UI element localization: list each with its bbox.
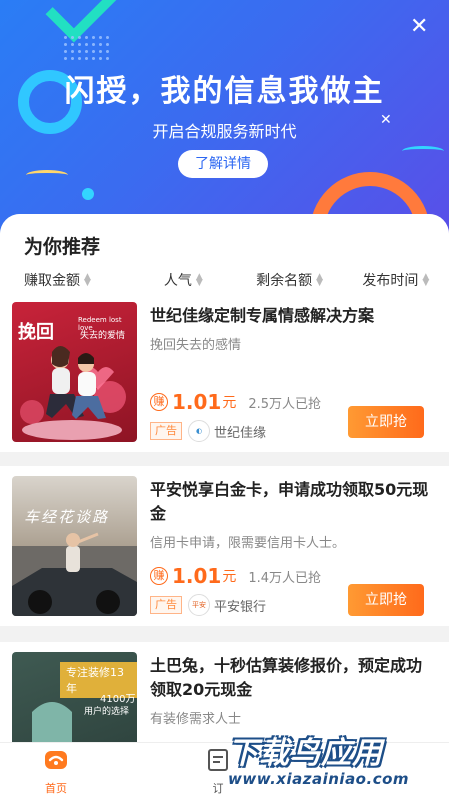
sort-arrows-icon: ▲ ▼	[195, 272, 203, 288]
grab-count: 1.4万人已抢	[248, 570, 322, 586]
banner-subtitle: 开启合规服务新时代	[152, 122, 297, 141]
wave-decoration-blue	[402, 146, 444, 156]
earn-row: 赚 1.01 元 2.5万人已抢	[150, 390, 321, 414]
sort-earn-amount[interactable]: 赚取金额 ▲ ▼	[0, 268, 130, 292]
wave-decoration	[26, 170, 68, 180]
sort-popularity[interactable]: 人气 ▲ ▼	[130, 268, 236, 292]
sort-arrows-icon: ▲ ▼	[84, 272, 91, 288]
offer-title: 土巴兔，十秒估算装修报价，预定成功领取20元现金	[150, 656, 423, 699]
home-icon	[45, 751, 67, 769]
brand-name: 平安银行	[214, 599, 267, 615]
offer-title: 平安悦享白金卡，申请成功领取50元现金	[150, 480, 429, 523]
section-title: 为你推荐	[24, 236, 101, 258]
sort-label: 发布时间	[362, 273, 419, 289]
earn-amount: 1.01	[172, 390, 222, 414]
dot-grid-decoration	[62, 34, 112, 64]
earn-icon: 赚	[150, 393, 168, 411]
watermark-url: www.xiazainiao.com	[228, 770, 410, 788]
promo-banner[interactable]: ✕ ✕ 闪授，我的信息我做主 开启合规服务新时代 了解详情	[0, 0, 449, 250]
thumb-headline: 车经花谈路	[24, 508, 110, 526]
dot-decoration	[82, 188, 94, 200]
offer-thumbnail: 车经花谈路	[12, 476, 137, 616]
recommend-header: 为你推荐 赚取金额 ▲ ▼ 人气 ▲ ▼ 剩余名额 ▲ ▼ 发布时间 ▲ ▼	[0, 214, 449, 292]
brand-logo-icon: 平安	[188, 594, 210, 616]
tab-home-label: 首页	[45, 782, 67, 795]
car-scene-illustration	[12, 532, 137, 616]
sort-label: 剩余名额	[256, 273, 313, 289]
thumb-subline: 失去的爱情	[80, 331, 126, 341]
tab-home[interactable]: 首页	[26, 747, 86, 796]
offer-desc: 有装修需求人士	[150, 712, 242, 727]
earn-icon: 赚	[150, 567, 168, 585]
watermark-text: 下载鸟应用	[228, 736, 383, 771]
learn-more-button[interactable]: 了解详情	[178, 150, 268, 178]
offer-card[interactable]: 挽回 Redeem lost love 失去的爱情 世纪佳缘定制专属情感解决方案…	[0, 292, 449, 452]
brand-logo-icon: ◐	[188, 420, 210, 442]
x-decoration: ✕	[410, 14, 429, 39]
sort-remaining[interactable]: 剩余名额 ▲ ▼	[237, 268, 343, 292]
thumb-headline: 挽回	[18, 322, 54, 343]
sort-label: 赚取金额	[24, 273, 80, 289]
watermark: 下载鸟应用 www.xiazainiao.com	[228, 728, 444, 800]
brand-row: 广告 ◐ 世纪佳缘	[150, 420, 266, 442]
brand-row: 广告 平安 平安银行	[150, 594, 266, 616]
ad-badge: 广告	[150, 596, 182, 614]
sort-bar: 赚取金额 ▲ ▼ 人气 ▲ ▼ 剩余名额 ▲ ▼ 发布时间 ▲ ▼	[0, 268, 449, 292]
offer-card[interactable]: 车经花谈路 平安悦享白金卡，申请成功领取50元现金 信用卡申请，限需要信用卡人士…	[0, 466, 449, 626]
offer-desc: 信用卡申请，限需要信用卡人士。	[150, 536, 346, 551]
earn-row: 赚 1.01 元 1.4万人已抢	[150, 564, 321, 588]
earn-amount: 1.01	[172, 564, 222, 588]
offer-thumbnail: 挽回 Redeem lost love 失去的爱情	[12, 302, 137, 442]
grab-button[interactable]: 立即抢	[348, 584, 424, 616]
offer-title: 世纪佳缘定制专属情感解决方案	[150, 306, 375, 325]
earn-unit: 元	[222, 395, 237, 411]
grab-button[interactable]: 立即抢	[348, 406, 424, 438]
banner-title: 闪授，我的信息我做主	[64, 74, 385, 109]
sort-arrows-icon: ▲ ▼	[316, 272, 324, 288]
grab-count: 2.5万人已抢	[248, 396, 322, 412]
sort-label: 人气	[163, 273, 192, 289]
sort-arrows-icon: ▲ ▼	[422, 272, 430, 288]
ad-badge: 广告	[150, 422, 182, 440]
brand-name: 世纪佳缘	[214, 425, 267, 441]
offer-desc: 挽回失去的感情	[150, 338, 242, 353]
sort-publish-time[interactable]: 发布时间 ▲ ▼	[343, 268, 449, 292]
earn-unit: 元	[222, 569, 237, 585]
recommend-panel: 为你推荐 赚取金额 ▲ ▼ 人气 ▲ ▼ 剩余名额 ▲ ▼ 发布时间 ▲ ▼ 挽…	[0, 214, 449, 774]
